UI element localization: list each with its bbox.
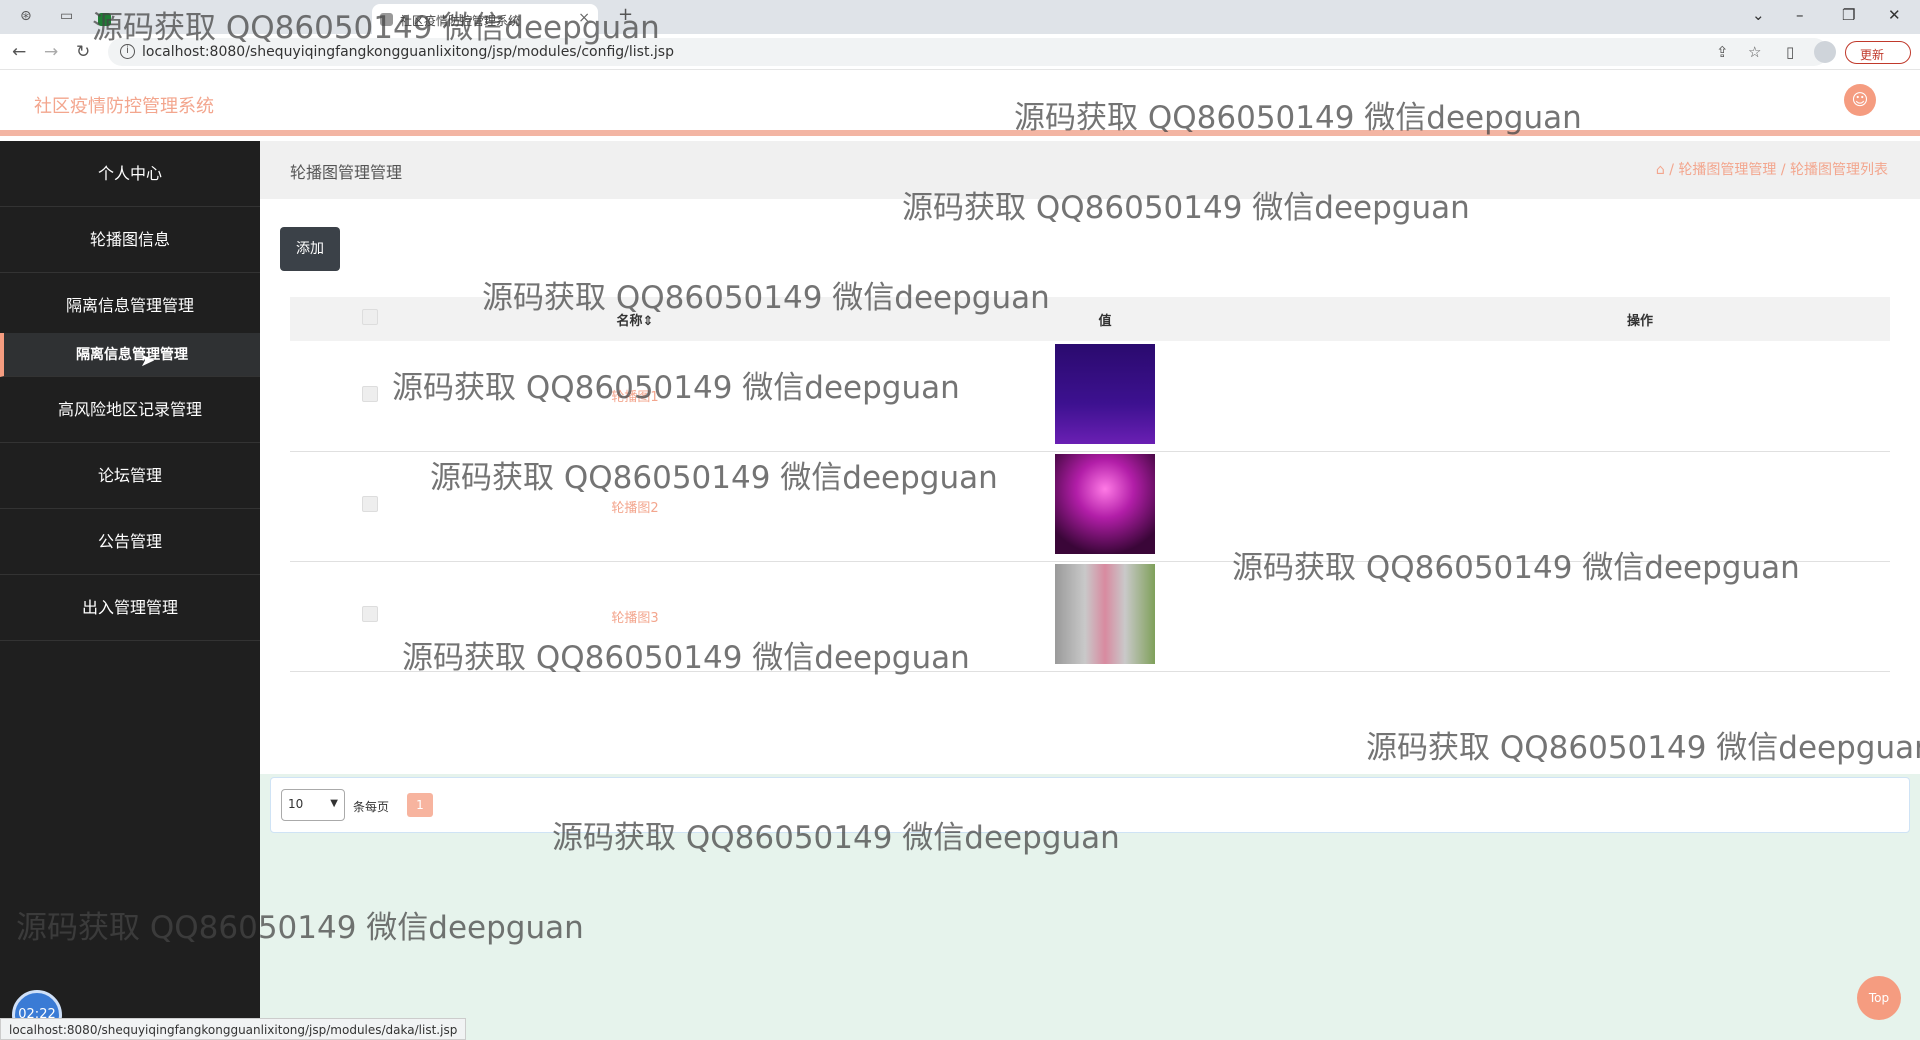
bookmark-star-icon[interactable]: ☆ bbox=[1748, 43, 1761, 61]
carousel-thumbnail bbox=[1055, 343, 1155, 444]
data-table: 名称⇕ 值 操作 轮播图1 轮播图2 轮播图3 bbox=[290, 297, 1890, 672]
row-actions bbox=[1390, 341, 1890, 451]
mouse-cursor-icon: ➤ bbox=[140, 350, 156, 371]
row-checkbox[interactable] bbox=[362, 385, 378, 402]
new-tab-icon[interactable]: + bbox=[618, 4, 633, 25]
carousel-thumbnail bbox=[1055, 564, 1155, 664]
select-all-checkbox[interactable] bbox=[362, 309, 378, 325]
url-input[interactable]: i localhost:8080/shequyiqingfangkongguan… bbox=[108, 38, 1828, 66]
sidebar-item-carousel[interactable]: 轮播图信息 bbox=[0, 207, 260, 273]
add-button[interactable]: 添加 bbox=[280, 227, 340, 271]
user-avatar-icon[interactable]: ☺ bbox=[1844, 84, 1876, 116]
table-header-row: 名称⇕ 值 操作 bbox=[290, 297, 1890, 341]
tab-search-icon[interactable]: ▭ bbox=[60, 8, 73, 24]
browser-tab-active[interactable]: 社区疫情防控管理系统 × bbox=[372, 4, 598, 34]
close-tab-icon[interactable]: × bbox=[578, 10, 590, 26]
home-icon[interactable]: ⌂ bbox=[1656, 162, 1665, 178]
select-all-cell bbox=[290, 297, 450, 341]
back-to-top-button[interactable]: Top bbox=[1857, 976, 1901, 1020]
content-panel: 添加 名称⇕ 值 操作 轮播图1 轮播图2 轮播图3 bbox=[260, 199, 1920, 774]
sidebar-item-forum[interactable]: 论坛管理 bbox=[0, 443, 260, 509]
breadcrumb[interactable]: ⌂ / 轮播图管理管理 / 轮播图管理列表 bbox=[1656, 159, 1888, 179]
browser-menu-icon[interactable]: ⊛ bbox=[20, 8, 32, 24]
row-checkbox[interactable] bbox=[362, 496, 378, 512]
app-title: 社区疫情防控管理系统 bbox=[34, 96, 214, 117]
per-page-label: 条每页 bbox=[353, 800, 390, 814]
sidebar-item-high-risk[interactable]: 高风险地区记录管理 bbox=[0, 377, 260, 443]
tab-list-chevron-icon[interactable]: ⌄ bbox=[1752, 6, 1765, 24]
row-name[interactable]: 轮播图1 bbox=[450, 341, 820, 451]
browser-tab-bar: ⊛ ▭ 社区疫情防控管理系统 × + ⌄ – ❐ ✕ bbox=[0, 0, 1920, 34]
row-actions bbox=[1390, 561, 1890, 671]
row-checkbox[interactable] bbox=[362, 606, 378, 622]
page-number-button[interactable]: 1 bbox=[407, 793, 433, 817]
app-header: 社区疫情防控管理系统 ☺ bbox=[0, 70, 1920, 136]
sidebar-item-personal-center[interactable]: 个人中心 bbox=[0, 141, 260, 207]
table-row: 轮播图2 bbox=[290, 451, 1890, 561]
breadcrumb-path: / 轮播图管理管理 / 轮播图管理列表 bbox=[1669, 162, 1888, 178]
site-info-icon[interactable]: i bbox=[120, 44, 135, 59]
carousel-thumbnail bbox=[1055, 454, 1155, 554]
profile-avatar[interactable] bbox=[1814, 41, 1836, 63]
sidebar-subitem-quarantine[interactable]: 隔离信息管理管理 bbox=[0, 333, 260, 377]
column-header-value: 值 bbox=[1098, 313, 1112, 329]
minimize-icon[interactable]: – bbox=[1796, 6, 1804, 24]
tab-favicon-icon bbox=[98, 13, 111, 26]
window-close-icon[interactable]: ✕ bbox=[1888, 6, 1901, 24]
pagination: 10 ▼ 条每页 1 bbox=[270, 777, 1910, 833]
share-icon[interactable]: ⇪ bbox=[1716, 43, 1729, 61]
update-button[interactable]: 更新 bbox=[1845, 41, 1911, 64]
column-header-actions: 操作 bbox=[1626, 313, 1653, 329]
column-header-name[interactable]: 名称⇕ bbox=[450, 297, 820, 341]
address-bar: ← → ↻ i localhost:8080/shequyiqingfangko… bbox=[0, 34, 1920, 70]
breadcrumb-bar: 轮播图管理管理 ⌂ / 轮播图管理管理 / 轮播图管理列表 bbox=[260, 141, 1920, 199]
side-panel-icon[interactable]: ▯ bbox=[1786, 43, 1794, 61]
browser-tab-1[interactable] bbox=[90, 4, 290, 34]
tab-favicon-icon bbox=[380, 13, 393, 26]
row-name[interactable]: 轮播图3 bbox=[450, 561, 820, 671]
sidebar-item-notice[interactable]: 公告管理 bbox=[0, 509, 260, 575]
restore-icon[interactable]: ❐ bbox=[1842, 6, 1855, 24]
sidebar-item-quarantine[interactable]: 隔离信息管理管理 bbox=[0, 273, 260, 339]
tab-title: 社区疫情防控管理系统 bbox=[400, 14, 521, 28]
status-bar-url: localhost:8080/shequyiqingfangkongguanli… bbox=[0, 1018, 467, 1040]
sidebar-item-access[interactable]: 出入管理管理 bbox=[0, 575, 260, 641]
table-row: 轮播图1 bbox=[290, 341, 1890, 451]
sidebar: 个人中心 轮播图信息 隔离信息管理管理 隔离信息管理管理 高风险地区记录管理 论… bbox=[0, 141, 260, 1040]
forward-icon[interactable]: → bbox=[44, 42, 58, 62]
chevron-down-icon: ▼ bbox=[330, 798, 338, 809]
table-row: 轮播图3 bbox=[290, 561, 1890, 671]
reload-icon[interactable]: ↻ bbox=[76, 42, 90, 62]
url-text: localhost:8080/shequyiqingfangkongguanli… bbox=[142, 44, 674, 60]
back-icon[interactable]: ← bbox=[12, 42, 26, 62]
page-size-select[interactable]: 10 ▼ bbox=[281, 789, 345, 821]
row-name[interactable]: 轮播图2 bbox=[450, 451, 820, 561]
row-actions bbox=[1390, 451, 1890, 561]
page-title: 轮播图管理管理 bbox=[290, 163, 403, 182]
main-area: 轮播图管理管理 ⌂ / 轮播图管理管理 / 轮播图管理列表 添加 名称⇕ 值 操… bbox=[260, 141, 1920, 1040]
